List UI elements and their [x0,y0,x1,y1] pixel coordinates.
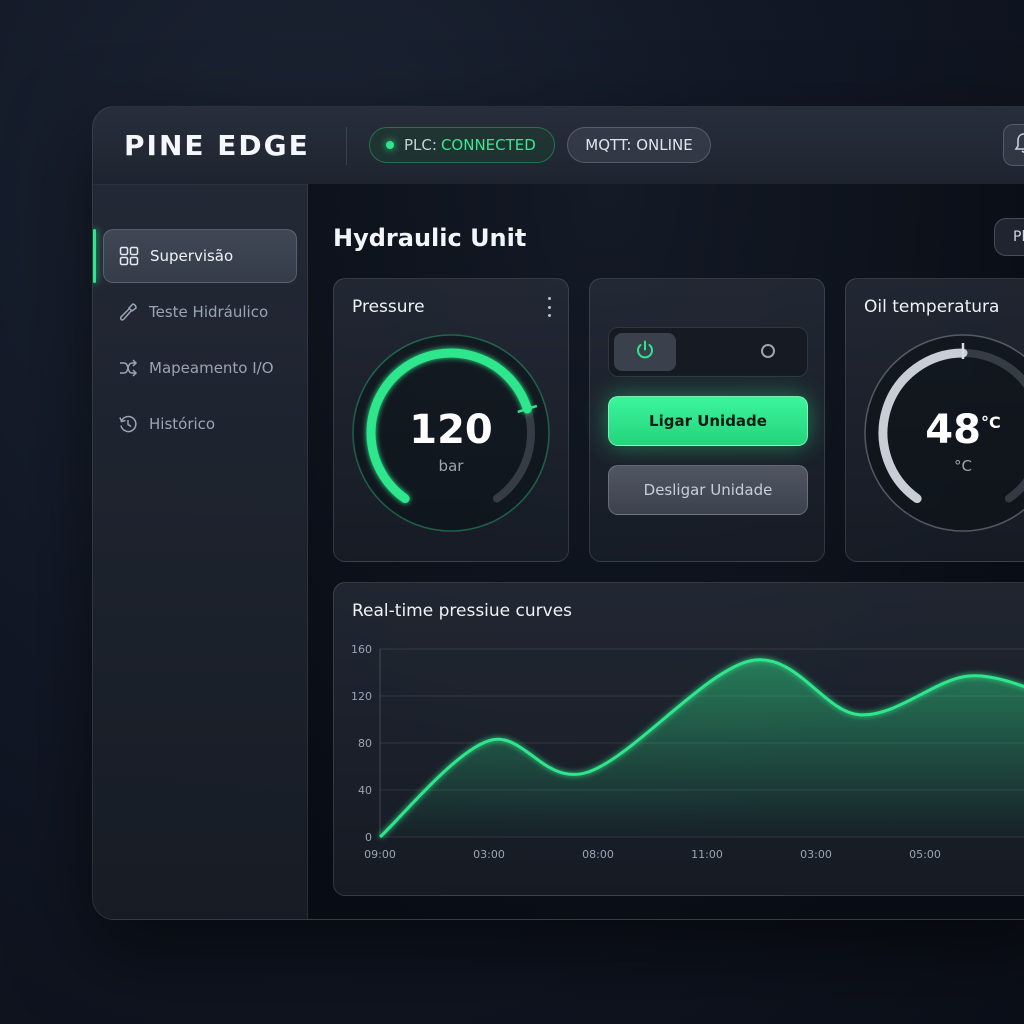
temperature-value-unit: °C [980,413,1001,432]
active-indicator [93,229,96,283]
temperature-value: 48 [925,407,981,453]
pressure-card: Pressure 120 bar [333,278,569,562]
notifications-button[interactable] [1003,124,1024,166]
x-tick-label: 09:00 [364,848,396,861]
power-icon [634,339,656,365]
control-card: Ligar Unidade Desligar Unidade [589,278,825,562]
plc-status-label: PLC: [404,136,437,154]
power-toggle[interactable] [608,327,808,377]
header-action-button[interactable]: Pl [994,218,1024,256]
brand-logo: PINE EDGE [124,129,310,162]
bell-icon [1014,132,1024,158]
app-window: PINE EDGE PLC: CONNECTED MQTT: ONLINE Su… [92,106,1024,920]
x-tick-label: 03:00 [800,848,832,861]
wrench-icon [117,301,139,323]
sidebar-item-historico[interactable]: Histórico [103,397,297,451]
top-bar: PINE EDGE PLC: CONNECTED MQTT: ONLINE [93,107,1024,185]
divider [346,127,347,165]
page-title: Hydraulic Unit [333,224,527,252]
plc-status-value: CONNECTED [440,136,536,154]
history-icon [117,413,139,435]
temperature-value-wrap: 48°C [903,407,1023,453]
mqtt-status-badge: MQTT: ONLINE [567,127,711,163]
temperature-card: Oil temperatura 48°C °C [845,278,1024,562]
turn-on-button[interactable]: Ligar Unidade [608,396,808,446]
x-tick-label: 08:00 [582,848,614,861]
pressure-value: 120 [409,407,493,453]
y-tick-label: 120 [351,690,372,703]
sidebar-item-teste-hidraulico[interactable]: Teste Hidráulico [103,285,297,339]
x-tick-label: 03:00 [473,848,505,861]
sidebar-item-supervisao[interactable]: Supervisão [103,229,297,283]
y-tick-label: 0 [365,831,372,844]
plc-status-badge: PLC: CONNECTED [369,127,555,163]
grid-icon [118,245,140,267]
x-tick-label: 11:00 [691,848,723,861]
main-content: Hydraulic Unit Pl Pressure 120 bar [308,184,1024,919]
sidebar-item-mapeamento-io[interactable]: Mapeamento I/O [103,341,297,395]
turn-off-button[interactable]: Desligar Unidade [608,465,808,515]
sidebar: Supervisão Teste Hidráulico Mapeamento I… [93,184,308,919]
sidebar-item-label: Supervisão [150,247,234,265]
off-circle-icon [761,344,775,358]
pressure-unit: bar [438,457,464,475]
shuffle-icon [117,357,139,379]
sidebar-item-label: Teste Hidráulico [149,303,269,321]
x-tick-label: 05:00 [909,848,941,861]
chart-card: Real-time pressiue curves 0 40 80 120 160 09:… [333,582,1024,896]
temperature-unit: °C [954,457,972,475]
y-tick-label: 160 [351,643,372,656]
sidebar-item-label: Mapeamento I/O [149,359,274,377]
y-tick-label: 40 [358,784,372,797]
status-dot-icon [386,141,394,149]
pressure-chart: 0 40 80 120 160 09:00 03:00 08:00 11:00 03:00 05:0… [351,643,1024,861]
toggle-knob[interactable] [614,333,676,371]
y-tick-label: 80 [358,737,372,750]
sidebar-item-label: Histórico [149,415,216,433]
